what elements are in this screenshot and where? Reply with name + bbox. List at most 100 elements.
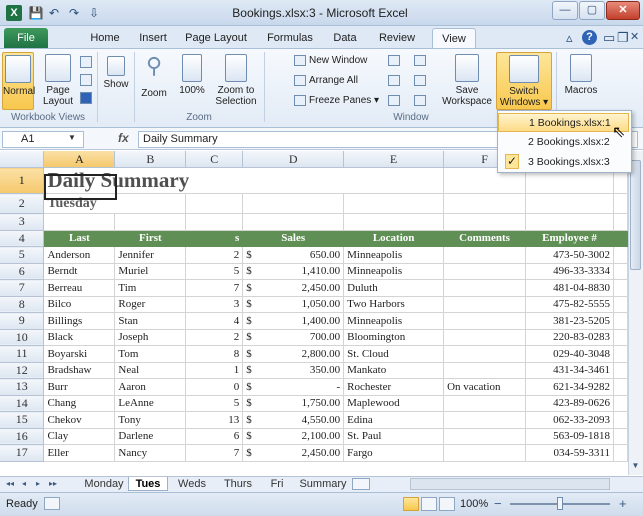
cell[interactable]: [242, 193, 345, 214]
unhide-icon[interactable]: [388, 95, 400, 106]
cell[interactable]: [613, 230, 628, 247]
cell-comments[interactable]: [443, 312, 527, 330]
cell-location[interactable]: Mankato: [343, 362, 445, 379]
cell-first[interactable]: Darlene: [114, 428, 187, 445]
cell-first[interactable]: Roger: [114, 296, 187, 313]
row-header[interactable]: 4: [0, 230, 45, 247]
cell[interactable]: [613, 378, 628, 396]
cell-last[interactable]: Anderson: [43, 246, 116, 264]
view-side-by-side-icon[interactable]: [414, 55, 426, 66]
cell-comments[interactable]: [443, 395, 527, 412]
cell-location[interactable]: Minneapolis: [343, 246, 445, 264]
cell-first[interactable]: Tony: [114, 411, 187, 429]
page-break-status-icon[interactable]: [439, 497, 455, 511]
cell-last[interactable]: Eller: [43, 444, 116, 462]
table-row[interactable]: 10 Black Joseph 2 $700.00 Bloomington 220-83-0…: [0, 329, 628, 346]
restore-button[interactable]: ▢: [579, 1, 605, 20]
table-row[interactable]: 11 Boyarski Tom 8 $2,800.00 St. Cloud 029-40-3…: [0, 345, 628, 363]
header-cell-s[interactable]: s: [185, 230, 244, 247]
cell-last[interactable]: Burr: [43, 378, 116, 396]
sheet-tab-fri[interactable]: Fri: [262, 477, 292, 491]
cell-employee[interactable]: 034-59-3311: [525, 444, 614, 462]
cell-first[interactable]: Tim: [114, 279, 187, 297]
table-row[interactable]: 14 Chang LeAnne 5 $1,750.00 Maplewood 423-89-0…: [0, 395, 628, 412]
cell-first[interactable]: Stan: [114, 312, 187, 330]
sync-scroll-icon[interactable]: [414, 75, 426, 86]
cell-s[interactable]: 5: [185, 263, 244, 280]
cell-sales[interactable]: $2,450.00: [242, 444, 345, 462]
wb-restore-icon[interactable]: ❐: [617, 30, 629, 46]
cell-first[interactable]: Joseph: [114, 329, 187, 346]
cell-sales[interactable]: $ -: [242, 378, 345, 396]
cell-s[interactable]: 2: [185, 246, 244, 264]
zoom-100-button[interactable]: 100%: [174, 54, 210, 110]
row-header[interactable]: 2: [0, 193, 45, 214]
cell-employee[interactable]: 475-82-5555: [525, 296, 614, 313]
new-window-button[interactable]: New Window: [294, 53, 367, 69]
cell-s[interactable]: 3: [185, 296, 244, 313]
cell-comments[interactable]: [443, 246, 527, 264]
cell-sales[interactable]: $1,050.00: [242, 296, 345, 313]
cell-location[interactable]: Maplewood: [343, 395, 445, 412]
header-cell-location[interactable]: Location: [343, 230, 445, 247]
page-layout-status-icon[interactable]: [421, 497, 437, 511]
zoom-to-selection-button[interactable]: Zoom to Selection: [212, 54, 260, 110]
name-box-dropdown-icon[interactable]: ▼: [68, 133, 76, 142]
row-header[interactable]: 8: [0, 296, 45, 313]
cell-sales[interactable]: $2,450.00: [242, 279, 345, 297]
menu-item-window-2[interactable]: 2 Bookings.xlsx:2: [498, 133, 629, 152]
cell-employee[interactable]: 481-04-8830: [525, 279, 614, 297]
row-header[interactable]: 17: [0, 444, 45, 462]
cell-s[interactable]: 5: [185, 395, 244, 412]
cell-comments[interactable]: [443, 279, 527, 297]
table-row[interactable]: 7 Berreau Tim 7 $2,450.00 Duluth 481-04-8830: [0, 279, 628, 297]
cell-location[interactable]: Edina: [343, 411, 445, 429]
scroll-down-arrow-icon[interactable]: ▼: [630, 461, 641, 470]
zoom-in-icon[interactable]: +: [619, 496, 627, 511]
cell-comments[interactable]: [443, 263, 527, 280]
zoom-slider-thumb[interactable]: [557, 497, 563, 510]
tab-data[interactable]: Data: [328, 28, 362, 48]
column-header-a[interactable]: A: [43, 151, 116, 168]
cell[interactable]: [343, 193, 445, 214]
cell-first[interactable]: Muriel: [114, 263, 187, 280]
table-row[interactable]: 17 Eller Nancy 7 $2,450.00 Fargo 034-59-3311: [0, 444, 628, 462]
cell-first[interactable]: Aaron: [114, 378, 187, 396]
cell-s[interactable]: 7: [185, 279, 244, 297]
cell-employee[interactable]: 621-34-9282: [525, 378, 614, 396]
wb-minimize-icon[interactable]: ▭: [603, 30, 615, 46]
cell-comments[interactable]: [443, 345, 527, 363]
cell[interactable]: [343, 167, 445, 194]
save-workspace-button[interactable]: Save Workspace: [440, 54, 494, 110]
cell-location[interactable]: Minneapolis: [343, 312, 445, 330]
minimize-button[interactable]: —: [552, 1, 578, 20]
cell-location[interactable]: Minneapolis: [343, 263, 445, 280]
cell-sales[interactable]: $1,400.00: [242, 312, 345, 330]
insert-sheet-icon[interactable]: [352, 478, 370, 490]
cell-last[interactable]: Bilco: [43, 296, 116, 313]
column-header-c[interactable]: C: [185, 151, 244, 168]
cell-first[interactable]: LeAnne: [114, 395, 187, 412]
tab-view[interactable]: View: [432, 28, 476, 48]
header-cell-employee[interactable]: Employee #: [525, 230, 614, 247]
cell-first[interactable]: Jennifer: [114, 246, 187, 264]
cell[interactable]: [185, 193, 244, 214]
cell-sales[interactable]: $1,410.00: [242, 263, 345, 280]
tab-home[interactable]: Home: [84, 28, 126, 48]
cell[interactable]: [525, 213, 614, 231]
cell-last[interactable]: Boyarski: [43, 345, 116, 363]
split-icon[interactable]: [388, 55, 400, 66]
cell-s[interactable]: 7: [185, 444, 244, 462]
page-break-preview-icon[interactable]: [80, 56, 92, 68]
cell-location[interactable]: Bloomington: [343, 329, 445, 346]
cell-first[interactable]: Tom: [114, 345, 187, 363]
zoom-level[interactable]: 100%: [460, 498, 488, 510]
cell[interactable]: [613, 329, 628, 346]
cell-last[interactable]: Berreau: [43, 279, 116, 297]
column-header-d[interactable]: D: [242, 151, 345, 168]
cell-s[interactable]: 2: [185, 329, 244, 346]
row-header[interactable]: 16: [0, 428, 45, 445]
macros-button[interactable]: Macros: [560, 54, 602, 110]
cell[interactable]: [613, 296, 628, 313]
cell-s[interactable]: 8: [185, 345, 244, 363]
